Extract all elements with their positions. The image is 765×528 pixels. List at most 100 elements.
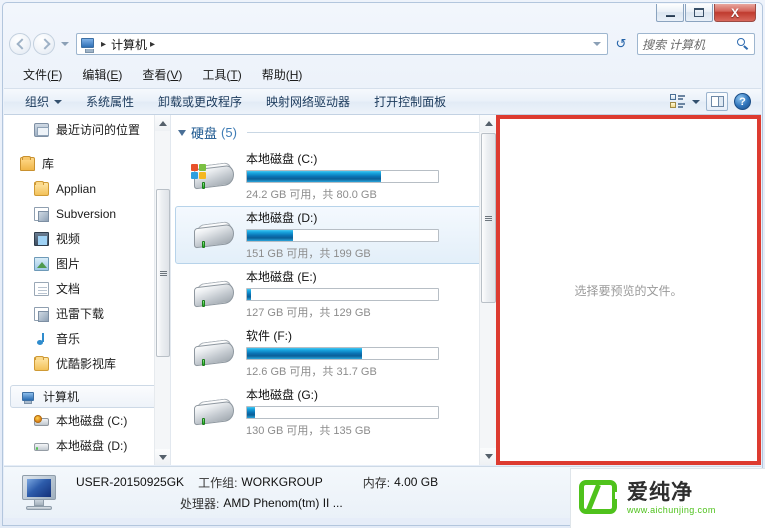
sidebar-item-label: 图片 — [56, 257, 81, 271]
sidebar-item-label: 视频 — [56, 232, 81, 246]
help-icon[interactable]: ? — [734, 93, 751, 110]
group-header-hard-disks[interactable]: 硬盘 (5) — [171, 115, 496, 146]
sidebar-item-12[interactable]: 本地磁盘 (C:) — [4, 408, 170, 433]
scroll-down-button[interactable] — [480, 448, 496, 465]
sidebar-item-label: 库 — [42, 157, 55, 171]
menu-item-2[interactable]: 编辑(E) — [73, 63, 131, 86]
file-list-scrollbar[interactable] — [479, 115, 496, 465]
window-controls: X — [656, 4, 756, 22]
sidebar-item-9[interactable]: 音乐 — [4, 326, 170, 351]
explorer-window: X ▸ 计算机 ▸ ↺ 搜索 计算机 文件(F) 编辑(E) 查看(V) 工具(… — [0, 0, 765, 528]
drive-capacity-bar — [246, 229, 439, 242]
chevron-down-icon — [54, 99, 63, 104]
drive-capacity-text: 151 GB 可用，共 199 GB — [246, 248, 371, 260]
sidebar-item-3[interactable]: Applian — [4, 176, 170, 201]
watermark-logo: 爱纯净 www.aichunjing.com — [570, 468, 765, 528]
scroll-up-button[interactable] — [480, 115, 496, 132]
watermark-brand: 爱纯净 — [627, 480, 693, 504]
sidebar-item-7[interactable]: 文档 — [4, 276, 170, 301]
sidebar-item-label: 最近访问的位置 — [56, 123, 141, 137]
preview-pane-toggle-button[interactable] — [706, 92, 728, 111]
memory-label: 内存: — [362, 475, 391, 490]
workgroup-label: 工作组: — [198, 475, 238, 490]
breadcrumb-separator-2-icon[interactable]: ▸ — [150, 39, 155, 50]
collapse-triangle-icon[interactable] — [178, 129, 186, 136]
maximize-button[interactable] — [685, 4, 713, 22]
recent-pages-button[interactable] — [58, 35, 72, 53]
sidebar-item-2[interactable]: 库 — [4, 151, 170, 176]
system-drive-icon — [190, 155, 238, 197]
view-dropdown-icon[interactable] — [692, 99, 700, 104]
refresh-button[interactable]: ↺ — [610, 33, 632, 55]
drive-item[interactable]: 本地磁盘 (E:) 127 GB 可用，共 129 GB — [175, 265, 490, 323]
sidebar-item-label: 迅雷下载 — [56, 307, 105, 321]
hard-drive-icon — [190, 391, 238, 433]
menu-item-5[interactable]: 帮助(H) — [253, 63, 312, 86]
scrollbar-thumb[interactable] — [481, 133, 496, 303]
drive-item[interactable]: 本地磁盘 (D:) 151 GB 可用，共 199 GB — [175, 206, 490, 264]
sidebar-item-label: 计算机 — [43, 390, 80, 404]
drive-capacity-text: 12.6 GB 可用，共 31.7 GB — [246, 366, 377, 378]
search-input[interactable]: 搜索 计算机 — [642, 36, 737, 53]
change-view-icon[interactable] — [670, 94, 686, 109]
command-button-label: 系统属性 — [86, 95, 135, 109]
menu-item-3[interactable]: 查看(V) — [133, 63, 191, 86]
group-divider — [246, 132, 480, 133]
scrollbar-grip-icon — [485, 215, 492, 221]
breadcrumb-computer[interactable]: 计算机 — [111, 36, 147, 53]
scrollbar-thumb[interactable] — [156, 189, 170, 357]
menu-item-1[interactable]: 文件(F) — [14, 63, 71, 86]
command-button-2[interactable]: 卸载或更改程序 — [149, 89, 251, 114]
sidebar-item-label: 文档 — [56, 282, 81, 296]
organize-button[interactable]: 组织 — [16, 89, 71, 114]
sidebar-item-5[interactable]: 视频 — [4, 226, 170, 251]
sidebar-item-1[interactable]: 最近访问的位置 — [4, 117, 170, 142]
address-bar-row: ▸ 计算机 ▸ ↺ 搜索 计算机 — [4, 29, 761, 59]
sidebar-item-4[interactable]: Subversion — [4, 201, 170, 226]
command-bar: 组织 系统属性 卸载或更改程序 映射网络驱动器 打开控制面板 ? — [4, 88, 761, 115]
sidebar-item-10[interactable]: 优酷影视库 — [4, 351, 170, 376]
address-dropdown-button[interactable] — [589, 42, 605, 46]
close-icon: X — [730, 5, 739, 20]
drive-item[interactable]: 本地磁盘 (C:) 24.2 GB 可用，共 80.0 GB — [175, 147, 490, 205]
forward-button[interactable] — [33, 33, 55, 55]
sidebar-item-label: 音乐 — [56, 332, 81, 346]
command-bar-right: ? — [670, 92, 761, 111]
navigation-scrollbar[interactable] — [154, 115, 170, 465]
computer-icon — [16, 473, 62, 513]
sidebar-item-11[interactable]: 计算机 — [10, 385, 162, 408]
memory-value: 4.00 GB — [394, 475, 439, 489]
sidebar-item-6[interactable]: 图片 — [4, 251, 170, 276]
drive-info: 本地磁盘 (E:) 127 GB 可用，共 129 GB — [246, 268, 483, 320]
close-button[interactable]: X — [714, 4, 756, 22]
computer-icon — [80, 36, 96, 53]
preview-placeholder-text: 选择要预览的文件。 — [574, 283, 683, 298]
sidebar-item-13[interactable]: 本地磁盘 (D:) — [4, 433, 170, 458]
aichunjing-mark-icon — [579, 479, 622, 518]
preview-pane[interactable]: 选择要预览的文件。 — [496, 115, 761, 465]
menu-item-4[interactable]: 工具(T) — [193, 63, 250, 86]
command-button-label: 打开控制面板 — [374, 95, 447, 109]
scroll-down-button[interactable] — [155, 449, 170, 465]
search-box[interactable]: 搜索 计算机 — [637, 33, 755, 55]
sidebar-item-label: 本地磁盘 (D:) — [56, 439, 128, 453]
command-button-4[interactable]: 打开控制面板 — [365, 89, 455, 114]
command-button-1[interactable]: 系统属性 — [77, 89, 143, 114]
drive-capacity-fill — [247, 289, 251, 300]
drive-item[interactable]: 软件 (F:) 12.6 GB 可用，共 31.7 GB — [175, 324, 490, 382]
back-button[interactable] — [9, 33, 31, 55]
scroll-up-button[interactable] — [155, 115, 170, 131]
drive-item[interactable]: 本地磁盘 (G:) 130 GB 可用，共 135 GB — [175, 383, 490, 441]
arrow-down-icon — [484, 454, 493, 459]
navigation-pane: 最近访问的位置库 Applian Subversion 视频图片文档迅雷下载音乐优酷影… — [4, 115, 171, 465]
sidebar-item-8[interactable]: 迅雷下载 — [4, 301, 170, 326]
minimize-button[interactable] — [656, 4, 684, 22]
pictures-icon — [34, 256, 50, 272]
watermark-text-block: 爱纯净 www.aichunjing.com — [627, 480, 716, 515]
menu-bar: 文件(F) 编辑(E) 查看(V) 工具(T) 帮助(H) — [4, 62, 761, 86]
address-bar[interactable]: ▸ 计算机 ▸ — [76, 33, 608, 55]
drive-info: 软件 (F:) 12.6 GB 可用，共 31.7 GB — [246, 327, 483, 379]
drive-capacity-text: 24.2 GB 可用，共 80.0 GB — [246, 189, 377, 201]
command-button-3[interactable]: 映射网络驱动器 — [257, 89, 359, 114]
search-icon — [737, 37, 750, 51]
